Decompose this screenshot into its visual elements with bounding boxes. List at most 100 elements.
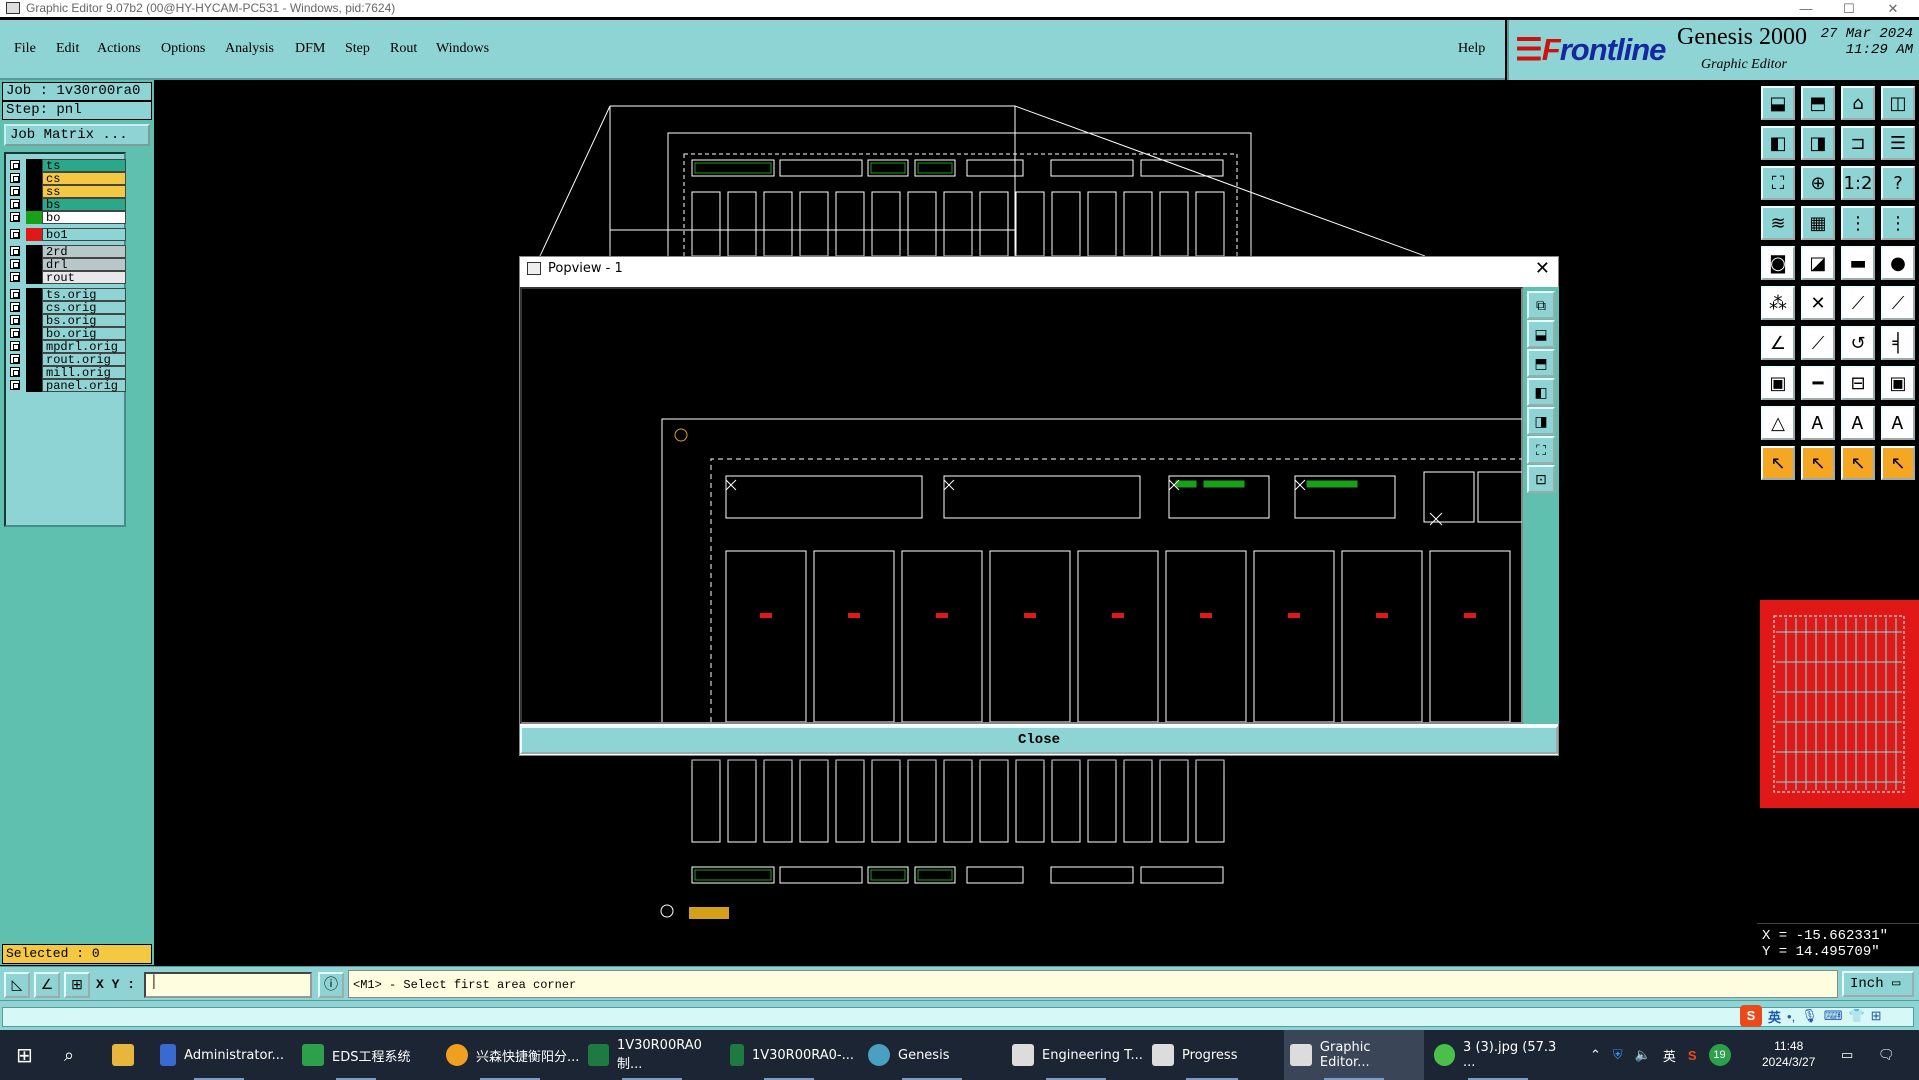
toolbar-tool-5-3-icon[interactable]: ⟋ <box>1881 286 1915 320</box>
layer-row-bo[interactable]: bo <box>6 210 126 225</box>
layer-row-panel-orig[interactable]: panel.orig <box>6 378 126 393</box>
maximize-button[interactable]: ☐ <box>1826 0 1872 17</box>
layer-checkbox[interactable] <box>10 160 20 170</box>
toolbar-tool-2-1-icon[interactable]: ⊕ <box>1801 166 1835 200</box>
toolbar-tool-5-1-icon[interactable]: ✕ <box>1801 286 1835 320</box>
taskbar-item-eds[interactable]: EDS工程系统 <box>296 1030 416 1080</box>
toolbar-tool-2-0-icon[interactable]: ⛶ <box>1761 166 1795 200</box>
toolbar-tool-8-1-icon[interactable]: Ꭺ <box>1801 406 1835 440</box>
info-icon[interactable]: ⓘ <box>318 972 344 998</box>
toolbar-tool-7-0-icon[interactable]: ▣ <box>1761 366 1795 400</box>
ime-skin-icon[interactable]: 👕 <box>1848 1008 1864 1024</box>
toolbar-tool-1-1-icon[interactable]: ◨ <box>1801 126 1835 160</box>
notification-icon[interactable]: 🗨 <box>1872 1030 1912 1080</box>
toolbar-tool-4-0-icon[interactable]: ◙ <box>1761 246 1795 280</box>
ime-lang[interactable]: 英 <box>1768 1007 1781 1026</box>
layer-checkbox[interactable] <box>10 380 20 390</box>
toolbar-tool-0-2-icon[interactable]: ⌂ <box>1841 86 1875 120</box>
taskbar-item-image[interactable]: 3 (3).jpg (57.3 ... <box>1428 1030 1568 1080</box>
snap-icon[interactable]: ◺ <box>4 972 30 998</box>
popview-zoom-fit-icon[interactable]: ⛶ <box>1527 436 1555 464</box>
toolbar-tool-4-2-icon[interactable]: ▬ <box>1841 246 1875 280</box>
menu-help[interactable]: Help <box>1458 41 1485 57</box>
grid-icon[interactable]: ⊞ <box>64 972 90 998</box>
toolbar-tool-6-3-icon[interactable]: ╡ <box>1881 326 1915 360</box>
popview-canvas[interactable] <box>520 287 1529 724</box>
toolbar-tool-3-0-icon[interactable]: ≋ <box>1761 206 1795 240</box>
layer-name[interactable]: panel.orig <box>42 379 126 393</box>
layer-color-swatch[interactable] <box>26 379 42 392</box>
layer-checkbox[interactable] <box>10 173 20 183</box>
toolbar-tool-8-2-icon[interactable]: Ꭺ <box>1841 406 1875 440</box>
tray-lang[interactable]: 英 <box>1663 1046 1676 1065</box>
layer-checkbox[interactable] <box>10 259 20 269</box>
tray-badge-icon[interactable]: 19 <box>1708 1044 1731 1066</box>
layer-checkbox[interactable] <box>10 315 20 325</box>
toolbar-tool-5-0-icon[interactable]: ⁂ <box>1761 286 1795 320</box>
toolbar-tool-1-2-icon[interactable]: ⊐ <box>1841 126 1875 160</box>
search-icon[interactable]: ⌕ <box>58 1030 98 1080</box>
toolbar-tool-7-3-icon[interactable]: ▣ <box>1881 366 1915 400</box>
toolbar-tool-0-0-icon[interactable]: ⬓ <box>1761 86 1795 120</box>
layer-checkbox[interactable] <box>10 229 20 239</box>
toolbar-tool-4-1-icon[interactable]: ◪ <box>1801 246 1835 280</box>
layer-checkbox[interactable] <box>10 367 20 377</box>
menu-dfm[interactable]: DFM <box>295 41 325 57</box>
toolbar-tool-2-2-icon[interactable]: 1:2 <box>1841 166 1875 200</box>
taskbar-item-administrator[interactable]: Administrator... <box>154 1030 284 1080</box>
menu-analysis[interactable]: Analysis <box>225 41 274 57</box>
layer-checkbox[interactable] <box>10 328 20 338</box>
menu-rout[interactable]: Rout <box>390 41 417 57</box>
measure-icon[interactable]: ∠ <box>34 972 60 998</box>
toolbar-tool-2-3-icon[interactable]: ? <box>1881 166 1915 200</box>
layer-checkbox[interactable] <box>10 212 20 222</box>
layer-checkbox[interactable] <box>10 354 20 364</box>
taskbar-item-engineering[interactable]: Engineering T... <box>1006 1030 1146 1080</box>
toolbar-tool-6-2-icon[interactable]: ↺ <box>1841 326 1875 360</box>
popview-close-button[interactable]: Close <box>520 726 1558 754</box>
toolbar-tool-8-0-icon[interactable]: △ <box>1761 406 1795 440</box>
layer-name[interactable]: bo1 <box>42 228 126 242</box>
ime-mic-icon[interactable]: 🎙 <box>1801 1008 1818 1024</box>
desktop-icon[interactable]: ▭ <box>1835 1030 1865 1080</box>
toolbar-tool-9-1-icon[interactable]: ↖ <box>1801 446 1835 480</box>
layer-checkbox[interactable] <box>10 302 20 312</box>
ime-toolbar[interactable]: S 英 •, 🎙 ⌨ 👕 ⊞ <box>1740 1005 1882 1027</box>
ime-punct-icon[interactable]: •, <box>1787 1009 1795 1024</box>
layer-name[interactable]: bo <box>42 211 126 225</box>
board-thumbnail[interactable] <box>1760 600 1919 808</box>
popview-close-icon[interactable]: ✕ <box>1535 258 1550 279</box>
toolbar-tool-3-2-icon[interactable]: ⋮ <box>1841 206 1875 240</box>
toolbar-tool-0-3-icon[interactable]: ◫ <box>1881 86 1915 120</box>
taskbar-item-xingsen[interactable]: 兴森快捷衡阳分... <box>440 1030 580 1080</box>
toolbar-tool-0-1-icon[interactable]: ⬒ <box>1801 86 1835 120</box>
layer-checkbox[interactable] <box>10 186 20 196</box>
taskbar-item-genesis[interactable]: Genesis <box>862 1030 1002 1080</box>
toolbar-tool-8-3-icon[interactable]: Ꭺ <box>1881 406 1915 440</box>
layer-checkbox[interactable] <box>10 246 20 256</box>
taskbar-item-1v30-doc2[interactable]: 1V30R00RA0-... <box>724 1030 854 1080</box>
minimize-button[interactable]: — <box>1783 0 1829 17</box>
toolbar-tool-7-2-icon[interactable]: ⊟ <box>1841 366 1875 400</box>
ime-menu-icon[interactable]: ⊞ <box>1871 1008 1882 1024</box>
start-icon[interactable]: ⊞ <box>10 1030 50 1080</box>
menu-windows[interactable]: Windows <box>436 41 489 57</box>
layer-checkbox[interactable] <box>10 199 20 209</box>
menu-file[interactable]: File <box>14 41 36 57</box>
toolbar-tool-1-3-icon[interactable]: ☰ <box>1881 126 1915 160</box>
toolbar-tool-3-3-icon[interactable]: ⋮ <box>1881 206 1915 240</box>
layer-name[interactable]: rout <box>42 271 126 285</box>
popview-tool-2[interactable]: ⬓ <box>1527 320 1555 348</box>
tray-security-icon[interactable]: ⛨ <box>1613 1047 1623 1063</box>
close-window-button[interactable]: ✕ <box>1870 0 1916 17</box>
toolbar-tool-9-3-icon[interactable]: ↖ <box>1881 446 1915 480</box>
unit-selector[interactable]: Inch ▭ <box>1842 971 1914 997</box>
taskbar-item-graphic-editor[interactable]: Graphic Editor... <box>1284 1030 1424 1080</box>
layer-checkbox[interactable] <box>10 289 20 299</box>
toolbar-tool-6-0-icon[interactable]: ∠ <box>1761 326 1795 360</box>
toolbar-tool-1-0-icon[interactable]: ◧ <box>1761 126 1795 160</box>
taskbar-item-progress[interactable]: Progress <box>1146 1030 1278 1080</box>
taskbar-item-1v30-doc1[interactable]: 1V30R00RA0制... <box>582 1030 722 1080</box>
toolbar-tool-7-1-icon[interactable]: ━ <box>1801 366 1835 400</box>
ime-keyboard-icon[interactable]: ⌨ <box>1824 1008 1843 1024</box>
